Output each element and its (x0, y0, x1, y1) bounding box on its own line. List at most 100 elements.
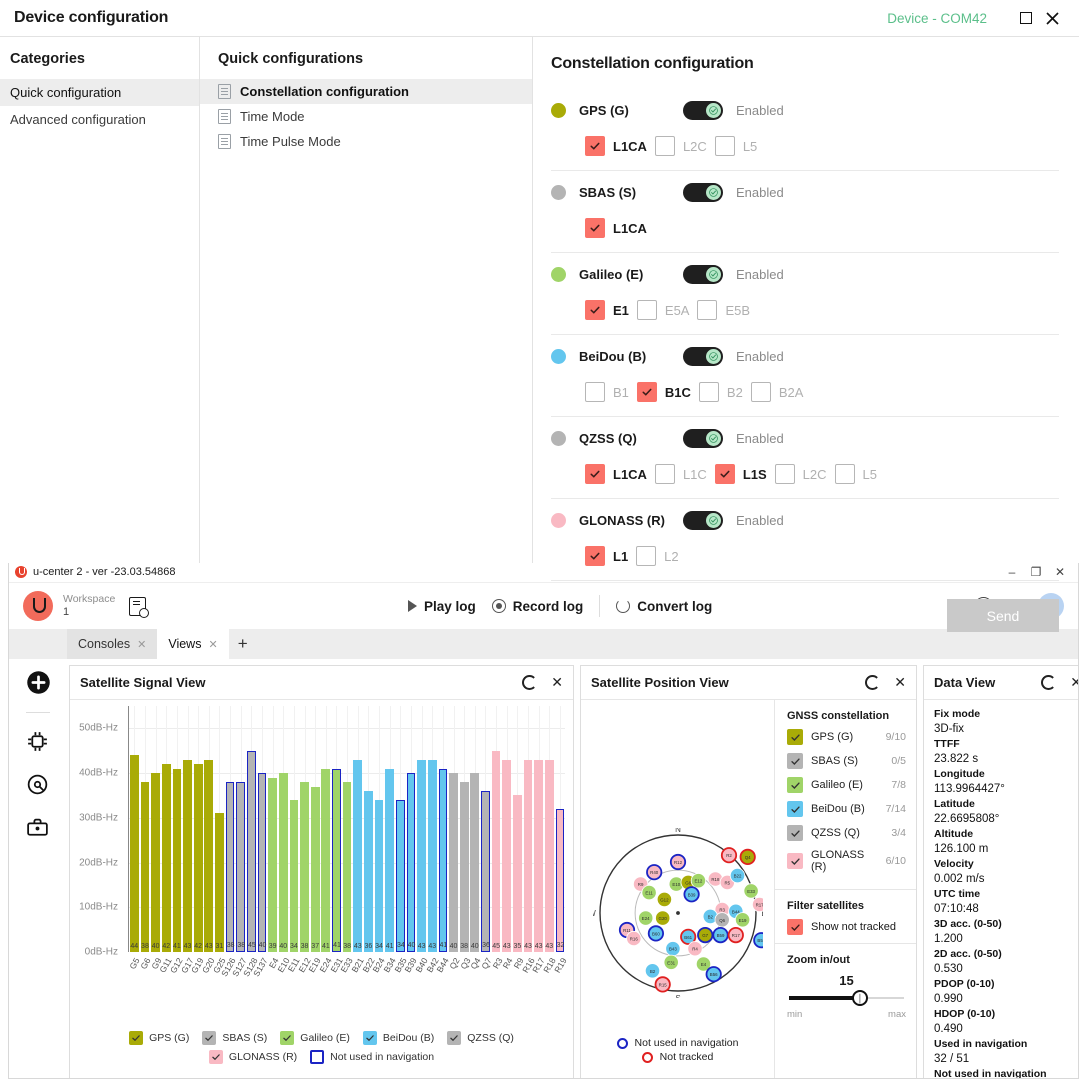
bar[interactable]: 43 (428, 760, 437, 952)
gnss-checkbox[interactable] (787, 825, 803, 841)
satellite-marker[interactable]: B22 (730, 868, 744, 882)
maximize-icon[interactable] (1013, 5, 1039, 31)
signal-option-l1ca[interactable]: L1CA (585, 464, 647, 484)
signal-option-l2c[interactable]: L2C (775, 464, 827, 484)
gnss-row[interactable]: GLONASS (R) 6/10 (787, 849, 906, 873)
enable-toggle[interactable] (683, 429, 723, 448)
satellite-marker[interactable]: R16 (626, 931, 640, 945)
signal-option-l5[interactable]: L5 (835, 464, 877, 484)
signal-option-b1[interactable]: B1 (585, 382, 629, 402)
enable-toggle[interactable] (683, 265, 723, 284)
bar[interactable]: 39 (268, 778, 277, 952)
checkbox-l5[interactable] (715, 136, 735, 156)
quick-item-time-pulse-mode[interactable]: Time Pulse Mode (200, 129, 532, 154)
gnss-row[interactable]: BeiDou (B) 7/14 (787, 801, 906, 817)
show-not-tracked-row[interactable]: Show not tracked (787, 919, 906, 935)
signal-option-l1ca[interactable]: L1CA (585, 136, 647, 156)
bar[interactable]: 45 (247, 751, 256, 952)
gnss-checkbox[interactable] (787, 801, 803, 817)
bar[interactable]: 38 (141, 782, 150, 952)
quick-item-constellation-configuration[interactable]: Constellation configuration (200, 79, 532, 104)
bar[interactable]: 42 (194, 764, 203, 952)
satellite-marker[interactable]: G12 (657, 892, 671, 906)
signal-option-e5b[interactable]: E5B (697, 300, 750, 320)
bar[interactable]: 34 (290, 800, 299, 952)
satellite-marker[interactable]: Q6 (715, 913, 729, 927)
gnss-checkbox[interactable] (787, 753, 803, 769)
gnss-checkbox[interactable] (787, 777, 803, 793)
close-icon[interactable]: ✕ (137, 638, 146, 651)
gnss-checkbox[interactable] (787, 853, 803, 869)
legend-checkbox[interactable] (280, 1031, 294, 1045)
bar[interactable]: 40 (279, 773, 288, 952)
enable-toggle[interactable] (683, 101, 723, 120)
sidebar-item-quick-configuration[interactable]: Quick configuration (0, 79, 199, 106)
bar[interactable]: 41 (439, 769, 448, 952)
refresh-icon[interactable] (522, 675, 537, 690)
checkbox-l1[interactable] (585, 546, 605, 566)
checkbox-l1s[interactable] (715, 464, 735, 484)
bar[interactable]: 38 (343, 782, 352, 952)
bar[interactable]: 43 (545, 760, 554, 952)
bar[interactable]: 44 (130, 755, 139, 952)
checkbox-l1c[interactable] (655, 464, 675, 484)
bar[interactable]: 43 (353, 760, 362, 952)
gauge-icon[interactable] (25, 772, 52, 799)
document-settings-icon[interactable] (129, 597, 146, 616)
checkbox-b2[interactable] (699, 382, 719, 402)
briefcase-icon[interactable] (25, 815, 52, 842)
legend-checkbox[interactable] (129, 1031, 143, 1045)
legend-checkbox[interactable] (209, 1050, 223, 1064)
checkbox-e5a[interactable] (637, 300, 657, 320)
bar[interactable]: 43 (502, 760, 511, 952)
satellite-marker[interactable]: G7 (698, 928, 712, 942)
bar[interactable]: 34 (375, 800, 384, 952)
satellite-marker[interactable]: B55 (754, 933, 763, 947)
signal-option-l1c[interactable]: L1C (655, 464, 707, 484)
bar[interactable]: 45 (492, 751, 501, 952)
chip-icon[interactable] (25, 729, 52, 756)
bar[interactable]: 41 (321, 769, 330, 952)
close-icon[interactable]: ✕ (208, 638, 217, 651)
satellite-marker[interactable]: B59 (713, 928, 727, 942)
bar[interactable]: 31 (215, 813, 224, 952)
signal-option-e5a[interactable]: E5A (637, 300, 690, 320)
bar[interactable]: 43 (204, 760, 213, 952)
gnss-row[interactable]: GPS (G) 9/10 (787, 729, 906, 745)
bar[interactable]: 40 (258, 773, 267, 952)
bar[interactable]: 35 (513, 795, 522, 952)
legend-checkbox[interactable] (363, 1031, 377, 1045)
signal-option-l1[interactable]: L1 (585, 546, 628, 566)
bar[interactable]: 43 (534, 760, 543, 952)
satellite-marker[interactable]: B43 (665, 942, 679, 956)
satellite-marker[interactable]: E24 (638, 911, 652, 925)
bar[interactable]: 41 (332, 769, 341, 952)
bar[interactable]: 41 (385, 769, 394, 952)
legend-item[interactable]: GLONASS (R) (209, 1050, 297, 1064)
signal-option-l1ca[interactable]: L1CA (585, 218, 647, 238)
signal-option-e1[interactable]: E1 (585, 300, 629, 320)
legend-checkbox[interactable] (447, 1031, 461, 1045)
bar[interactable]: 43 (183, 760, 192, 952)
refresh-icon[interactable] (1041, 675, 1056, 690)
bar[interactable]: 43 (417, 760, 426, 952)
satellite-marker[interactable]: B56 (706, 967, 720, 981)
legend-item[interactable]: Not used in navigation (310, 1050, 434, 1064)
close-icon[interactable]: ✕ (894, 674, 906, 691)
play-log-button[interactable]: Play log (408, 599, 476, 614)
bar[interactable]: 32 (556, 809, 565, 952)
close-icon[interactable] (1039, 5, 1065, 31)
satellite-marker[interactable]: B60 (648, 926, 662, 940)
refresh-icon[interactable] (865, 675, 880, 690)
checkbox-l2c[interactable] (775, 464, 795, 484)
enable-toggle[interactable] (683, 183, 723, 202)
send-button[interactable]: Send (947, 599, 1059, 632)
satellite-marker[interactable]: B2 (645, 964, 659, 978)
checkbox-b1c[interactable] (637, 382, 657, 402)
bar[interactable]: 34 (396, 800, 405, 952)
satellite-marker[interactable]: R17 (728, 928, 742, 942)
satellite-marker[interactable]: R2 (721, 848, 735, 862)
bar[interactable]: 43 (524, 760, 533, 952)
satellite-marker[interactable]: E12 (691, 874, 705, 888)
checkbox-l2c[interactable] (655, 136, 675, 156)
